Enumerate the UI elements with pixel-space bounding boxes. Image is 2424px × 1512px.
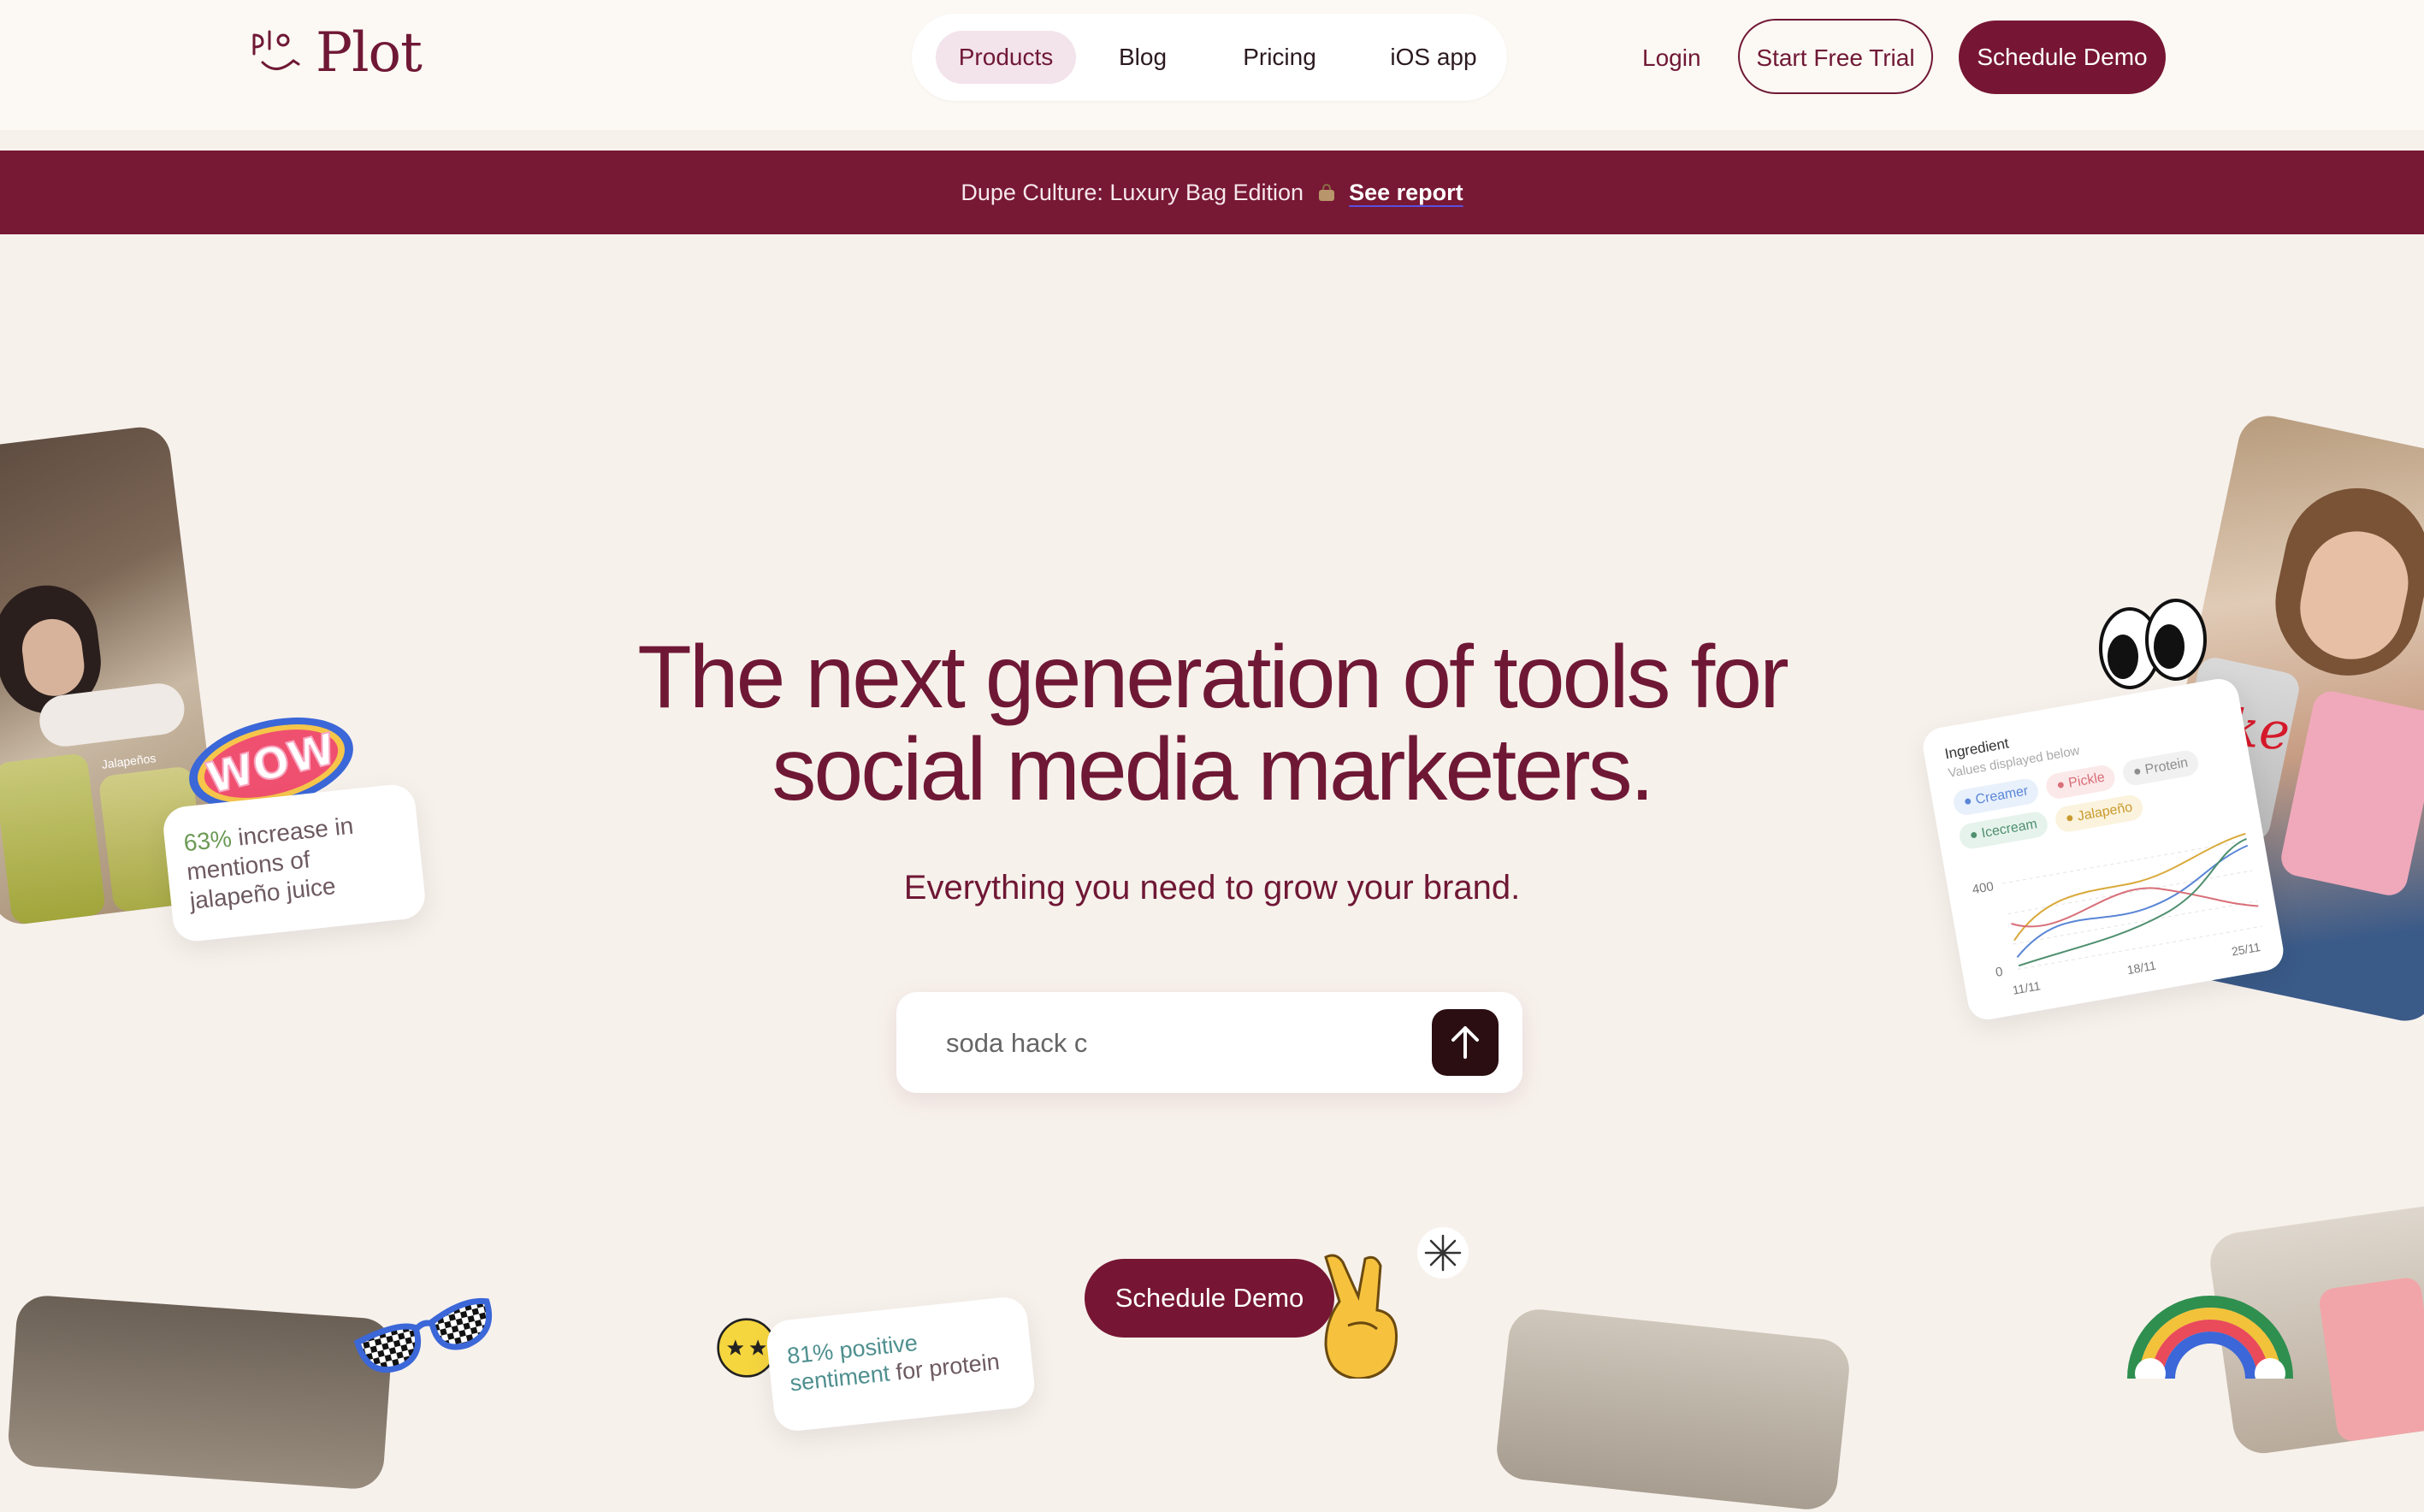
nav-blog[interactable]: Blog [1109,31,1177,84]
bottom-left-photo [6,1293,394,1491]
tag-pickle[interactable]: ● Pickle [2044,763,2118,801]
stat-card-protein: 81% positive sentiment for protein [765,1295,1037,1433]
stat-line1: increase in [229,812,355,852]
stat-percent: 63% [182,824,234,857]
see-report-link[interactable]: See report [1349,180,1463,205]
banner-text: Dupe Culture: Luxury Bag Edition [961,180,1304,205]
x-tick-2: 18/11 [2126,958,2157,977]
hero-headline-line2: social media marketers. [772,720,1654,819]
start-free-trial-button[interactable]: Start Free Trial [1738,19,1933,94]
arrow-up-icon [1451,1026,1479,1059]
stat-card-jalapeno: 63% increase in mentions of jalapeño jui… [161,782,428,944]
logo-wordmark: Plot [316,21,423,85]
handbag-icon [1318,183,1334,201]
x-tick-1: 11/11 [2012,978,2042,997]
rainbow-sticker [2127,1296,2293,1379]
main-nav: Products Blog Pricing iOS app [912,14,1507,101]
tag-creamer[interactable]: ● Creamer [1951,777,2041,818]
nav-pricing[interactable]: Pricing [1228,31,1331,84]
nav-ios-app[interactable]: iOS app [1365,31,1502,84]
bottom-center-photo [1493,1306,1853,1512]
search-input[interactable] [944,1019,1392,1067]
nav-products[interactable]: Products [936,31,1076,84]
ingredient-chart-card: Ingredient Values displayed below ● Crea… [1919,676,2287,1023]
checkered-sunglasses-sticker [353,1297,493,1373]
schedule-demo-button[interactable]: Schedule Demo [1959,21,2166,94]
x-tick-3: 25/11 [2231,940,2261,959]
logo-face-icon [252,30,300,70]
hero-schedule-demo-button[interactable]: Schedule Demo [1085,1259,1334,1338]
search-submit-button[interactable] [1432,1009,1499,1076]
googly-eyes-sticker [2099,599,2207,689]
tag-icecream[interactable]: ● Icecream [1957,810,2050,851]
y-tick-0: 0 [1995,965,2004,980]
login-link[interactable]: Login [1642,32,1701,84]
hero-headline: The next generation of tools for social … [479,631,1945,816]
tag-protein[interactable]: ● Protein [2120,748,2201,788]
jar-label: Jalapeños [100,751,157,771]
hero-headline-line1: The next generation of tools for [637,628,1789,727]
tag-jalapeno[interactable]: ● Jalapeño [2053,793,2145,834]
hero-subtitle: Everything you need to grow your brand. [903,869,1521,907]
plot-logo[interactable]: Plot [251,21,423,85]
search-box [896,992,1522,1093]
announcement-banner: Dupe Culture: Luxury Bag Edition See rep… [0,151,2424,234]
sparkle-icon [1417,1227,1469,1279]
